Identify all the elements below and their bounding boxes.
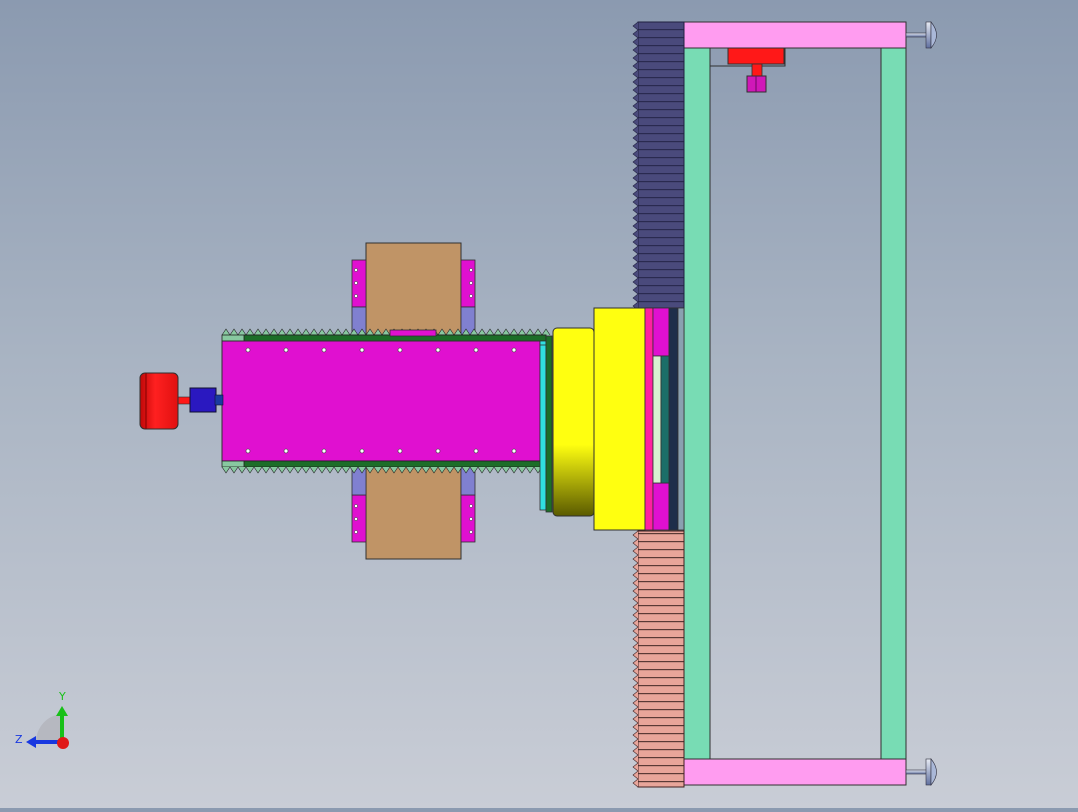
bolt-hole [473,347,479,353]
bolt-hole [359,347,365,353]
frame-top-beam[interactable] [683,21,907,49]
lower-support-block[interactable] [351,466,476,560]
model-canvas[interactable]: Y Z [0,0,1078,808]
y-axis-label: Y [58,690,66,703]
orientation-triad: Y Z [15,690,69,749]
bolt-hole [321,347,327,353]
bolt-hole [397,347,403,353]
gantry-carriage[interactable] [644,307,685,531]
leveling-foot-bottom[interactable] [905,758,937,786]
bolt-hole [435,448,441,454]
bolt-hole [511,347,517,353]
gear-rack-lower[interactable] [632,530,685,788]
bolt-hole [283,448,289,454]
bolt-hole [245,448,251,454]
arm-body[interactable] [221,340,541,462]
gantry-frame[interactable] [683,21,937,786]
gear-rack-upper[interactable] [632,21,685,311]
bolt-hole [473,448,479,454]
bolt-hole [435,347,441,353]
bolt-hole [511,448,517,454]
rotary-mount[interactable] [552,307,646,531]
cad-viewport[interactable]: Y Z [0,0,1078,808]
leveling-foot-top[interactable] [905,21,937,49]
frame-bottom-beam[interactable] [683,758,907,786]
upper-support-block[interactable] [351,242,476,336]
bolt-hole [321,448,327,454]
frame-left-post[interactable] [683,47,711,760]
frame-right-post[interactable] [880,47,907,760]
bolt-hole [283,347,289,353]
x-axis-dot [57,737,69,749]
arm-drive-motor[interactable] [139,372,224,430]
z-axis-label: Z [15,733,23,746]
bolt-hole [359,448,365,454]
bolt-hole [397,448,403,454]
mount-plate[interactable] [593,307,646,531]
top-drive-motor[interactable] [709,47,786,93]
bolt-hole [245,347,251,353]
